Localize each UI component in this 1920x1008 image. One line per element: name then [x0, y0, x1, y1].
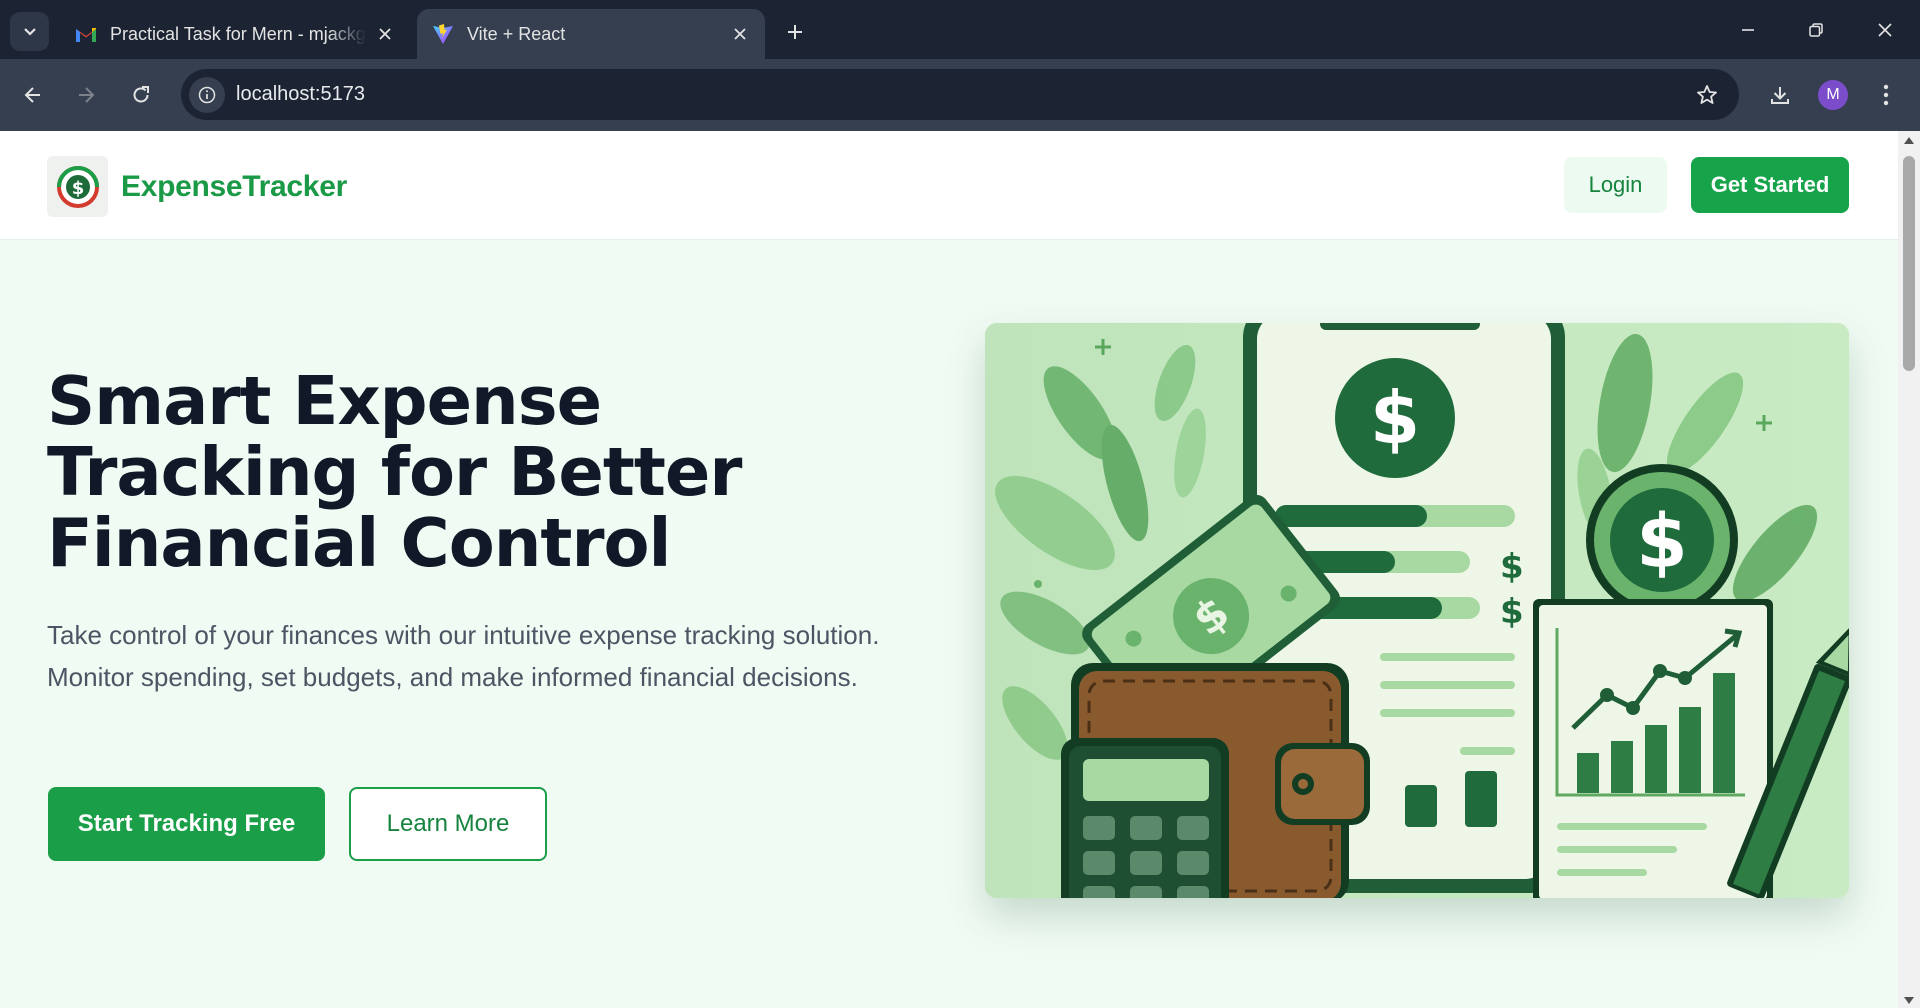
page-scrollbar[interactable]	[1898, 131, 1920, 1008]
reload-icon	[133, 86, 149, 103]
hero-title: Smart Expense Tracking for Better Financ…	[47, 362, 742, 582]
scroll-down-arrow-icon[interactable]	[1904, 997, 1914, 1004]
login-button[interactable]: Login	[1564, 157, 1667, 213]
site-info-icon[interactable]	[189, 77, 225, 113]
back-button[interactable]	[13, 75, 53, 115]
browser-tab-vite[interactable]: Vite + React	[417, 9, 765, 59]
profile-avatar[interactable]: M	[1818, 80, 1848, 110]
browser-tabstrip: Practical Task for Mern - mjackg Vite + …	[0, 0, 1920, 59]
arrow-left-icon	[24, 87, 40, 103]
get-started-button[interactable]: Get Started	[1691, 157, 1849, 213]
brand[interactable]: $ ExpenseTracker	[47, 156, 347, 217]
close-icon[interactable]	[374, 23, 396, 45]
start-tracking-button[interactable]: Start Tracking Free	[48, 787, 325, 861]
restore-button[interactable]	[1798, 14, 1834, 46]
scroll-up-arrow-icon[interactable]	[1904, 137, 1914, 144]
close-window-button[interactable]	[1867, 14, 1903, 46]
vite-icon	[431, 22, 455, 46]
close-icon[interactable]	[729, 23, 751, 45]
svg-text:$: $	[71, 178, 84, 199]
browser-menu-button[interactable]	[1866, 75, 1906, 115]
address-bar[interactable]: localhost:5173	[181, 69, 1739, 120]
tab-title: Practical Task for Mern - mjackg	[110, 23, 366, 44]
tab-title: Vite + React	[467, 23, 566, 44]
downloads-button[interactable]	[1760, 75, 1800, 115]
hero-subtitle: Take control of your finances with our i…	[47, 620, 880, 692]
minimize-button[interactable]	[1730, 14, 1766, 46]
chevron-down-icon	[23, 27, 36, 36]
forward-button[interactable]	[66, 75, 106, 115]
scroll-thumb[interactable]	[1903, 156, 1915, 371]
browser-toolbar: localhost:5173 M	[0, 59, 1920, 131]
reload-button[interactable]	[121, 75, 161, 115]
hero-illustration: $ $ $ $ $	[985, 323, 1849, 898]
restore-icon	[1809, 23, 1823, 37]
site-header: $ ExpenseTracker Login Get Started	[0, 131, 1898, 240]
browser-tab-gmail[interactable]: Practical Task for Mern - mjackg	[60, 9, 410, 59]
brand-name: ExpenseTracker	[121, 169, 347, 203]
minimize-icon	[1742, 29, 1754, 31]
tab-search-button[interactable]	[10, 12, 49, 51]
close-icon	[1878, 23, 1892, 37]
more-vert-icon	[1883, 84, 1889, 106]
svg-text:$: $	[1500, 547, 1524, 587]
dollar-logo-icon: $	[47, 156, 108, 217]
gmail-icon	[74, 22, 98, 46]
svg-text:$: $	[1370, 376, 1420, 460]
svg-text:$: $	[1500, 592, 1524, 632]
learn-more-button[interactable]: Learn More	[349, 787, 547, 861]
plus-icon	[788, 25, 802, 39]
bookmark-star-icon[interactable]	[1693, 81, 1721, 109]
page-viewport: $ ExpenseTracker Login Get Started Smart…	[0, 131, 1898, 1008]
arrow-right-icon	[79, 87, 95, 103]
download-icon	[1771, 87, 1789, 104]
new-tab-button[interactable]	[781, 18, 809, 46]
svg-text:$: $	[1636, 499, 1688, 585]
url-text: localhost:5173	[236, 83, 365, 105]
